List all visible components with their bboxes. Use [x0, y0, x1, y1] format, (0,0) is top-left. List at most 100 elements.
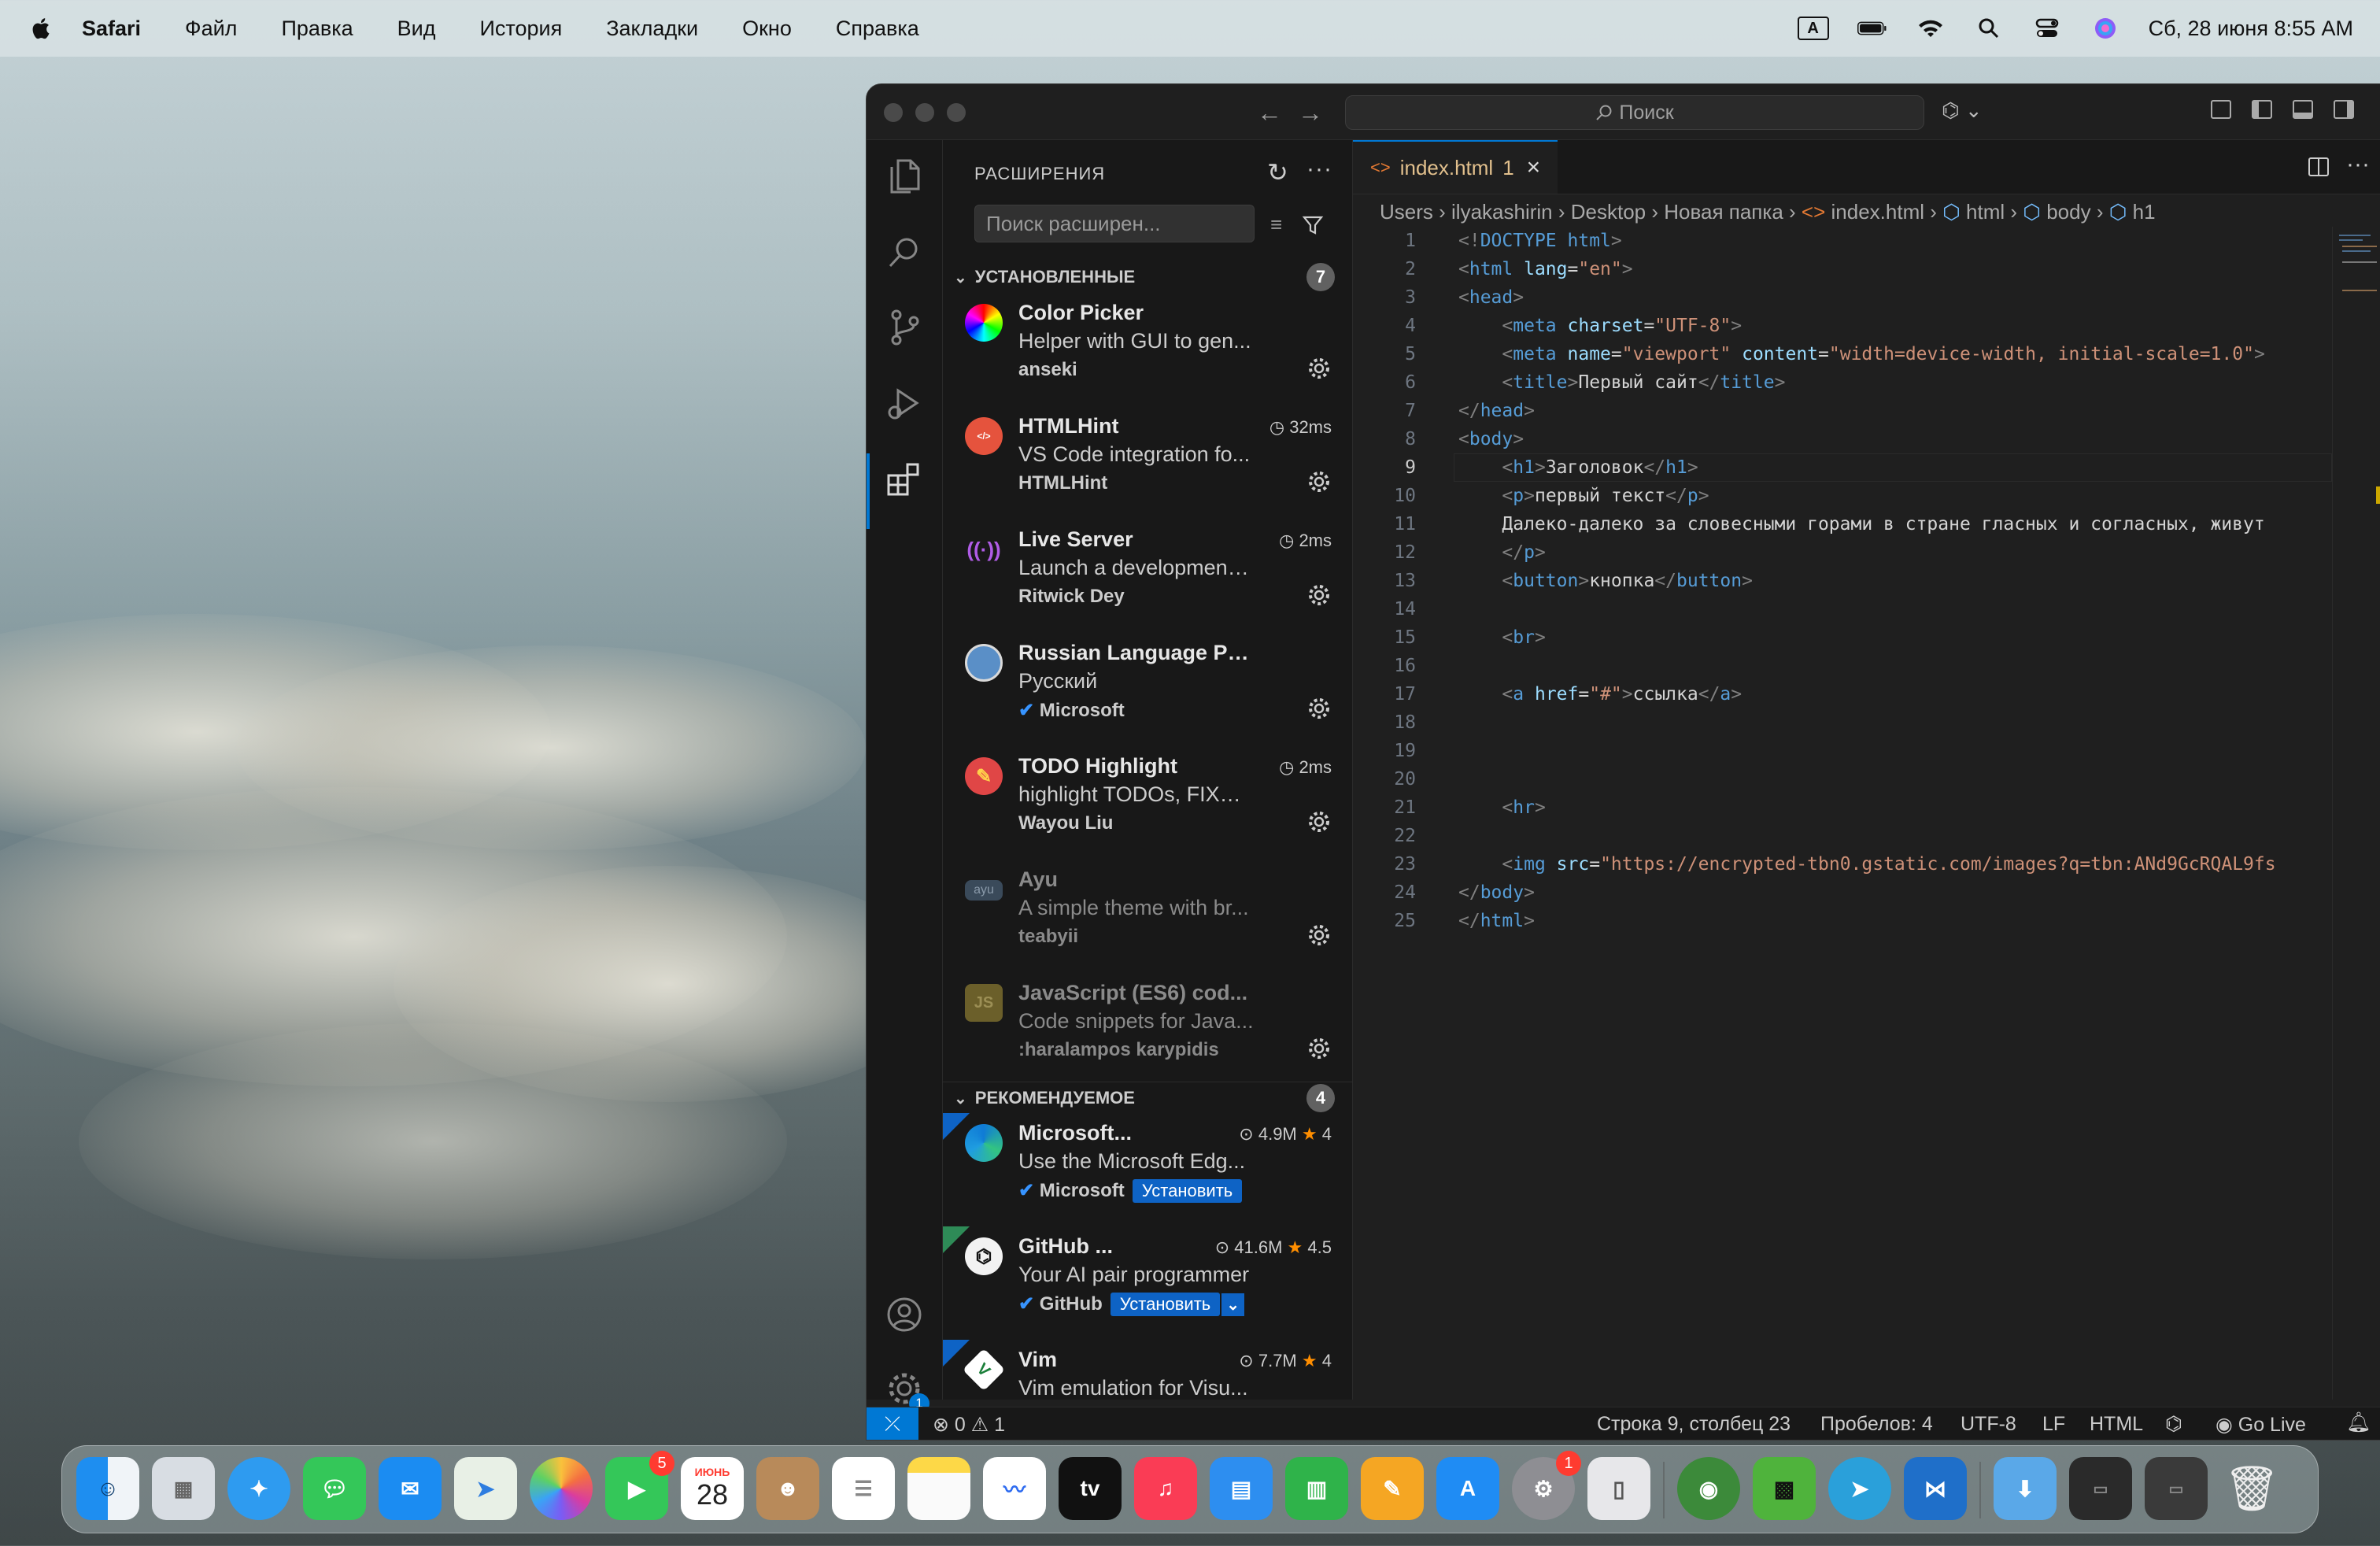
tab-index-html[interactable]: <> index.html 1 × [1353, 140, 1558, 194]
dock-safari-icon[interactable]: ✦ [227, 1457, 290, 1520]
dock-keynote-icon[interactable]: ▤ [1210, 1457, 1273, 1520]
search-icon[interactable] [882, 230, 926, 274]
input-source-icon[interactable]: A [1797, 17, 1829, 40]
menu-history[interactable]: История [480, 17, 563, 41]
menu-help[interactable]: Справка [836, 17, 919, 41]
language-mode[interactable]: HTML [2090, 1413, 2143, 1436]
command-center-search[interactable]: Поиск [1345, 95, 1924, 130]
dock-finder-icon[interactable]: ☺ [76, 1457, 139, 1520]
dock-system-settings-icon[interactable]: ⚙ 1 [1512, 1451, 1581, 1520]
extension-item-ayu[interactable]: ayu Ayu A simple theme with br... teabyi… [943, 860, 1352, 973]
dock-freeform-icon[interactable]: 〰 [983, 1457, 1046, 1520]
dock-chrome-icon[interactable]: ◉ [1677, 1457, 1740, 1520]
encoding[interactable]: UTF-8 [1961, 1413, 2016, 1436]
dock-recent-window-icon[interactable]: ▭ [2145, 1457, 2208, 1520]
end-of-line[interactable]: LF [2042, 1413, 2065, 1436]
code-line[interactable]: 25 </html> [1353, 907, 2329, 935]
breadcrumb-item[interactable]: Users [1380, 200, 1433, 224]
code-line[interactable]: 2 <html lang="en"> [1353, 255, 2329, 283]
code-line[interactable]: 4 <meta charset="UTF-8"> [1353, 312, 2329, 340]
code-line[interactable]: 15 <br> [1353, 623, 2329, 652]
apple-menu-icon[interactable] [30, 17, 50, 40]
code-line[interactable]: 19 [1353, 737, 2329, 765]
code-line[interactable]: 22 [1353, 822, 2329, 850]
cursor-position[interactable]: Строка 9, столбец 23 [1597, 1413, 1791, 1436]
code-line[interactable]: 23 <img src="https://encrypted-tbn0.gsta… [1353, 850, 2329, 878]
breadcrumb-item[interactable]: body [2046, 200, 2090, 224]
breadcrumb-item[interactable]: ilyakashirin [1451, 200, 1553, 224]
dock-trash-icon[interactable]: 🗑︎ [2220, 1457, 2283, 1520]
extensions-search-input[interactable]: Поиск расширен... [974, 205, 1255, 242]
split-editor-icon[interactable] [2308, 157, 2329, 176]
menu-window[interactable]: Окно [742, 17, 792, 41]
toggle-sidebar-icon[interactable] [2252, 100, 2272, 119]
extension-gear-icon[interactable] [1306, 696, 1332, 721]
layout-customize-icon[interactable] [2211, 100, 2231, 119]
editor-more-actions-icon[interactable]: ··· [2346, 151, 2370, 178]
problems-indicator[interactable]: ⊗ 0 ⚠ 1 [933, 1413, 1005, 1437]
code-line[interactable]: 13 <button>кнопка</button> [1353, 567, 2329, 595]
dock-pages-icon[interactable]: ✎ [1361, 1457, 1424, 1520]
breadcrumb-item[interactable]: h1 [2133, 200, 2156, 224]
wifi-icon[interactable] [1916, 17, 1946, 40]
extension-item-live-server[interactable]: ((·)) Live Server ◷ 2ms Launch a develop… [943, 520, 1352, 633]
filter-icon[interactable] [1302, 214, 1324, 240]
indentation[interactable]: Пробелов: 4 [1820, 1413, 1933, 1436]
manage-gear-icon[interactable]: 1 [882, 1367, 929, 1414]
code-line[interactable]: 6 <title>Первый сайт</title> [1353, 368, 2329, 397]
dock-app-store-icon[interactable]: A [1436, 1457, 1499, 1520]
toggle-secondary-sidebar-icon[interactable] [2334, 100, 2354, 119]
code-line[interactable]: 3 <head> [1353, 283, 2329, 312]
run-debug-icon[interactable] [882, 381, 926, 425]
code-line[interactable]: 24 </body> [1353, 878, 2329, 907]
battery-icon[interactable] [1857, 17, 1887, 40]
code-editor[interactable]: 1 <!DOCTYPE html> 2 <html lang="en"> 3 <head>… [1353, 227, 2332, 935]
toggle-panel-icon[interactable] [2293, 100, 2313, 119]
close-tab-icon[interactable]: × [1527, 154, 1541, 181]
remote-indicator-icon[interactable]: ⤫ [867, 1407, 918, 1440]
explorer-icon[interactable] [882, 154, 926, 198]
more-actions-icon[interactable]: ··· [1306, 156, 1332, 183]
spotlight-icon[interactable] [1974, 17, 2004, 40]
minimap[interactable] [2332, 227, 2380, 1400]
dock-apple-tv-icon[interactable]: tv [1059, 1457, 1122, 1520]
breadcrumb-item[interactable]: html [1966, 200, 2005, 224]
dock-vscode-icon[interactable]: ⋈ [1904, 1457, 1967, 1520]
dock-numbers-icon[interactable]: ▥ [1285, 1457, 1348, 1520]
code-line[interactable]: 9 <h1>Заголовок</h1> [1353, 453, 2332, 482]
extension-gear-icon[interactable] [1306, 469, 1332, 494]
clear-filter-icon[interactable]: ≡ [1270, 213, 1282, 237]
install-dropdown-chevron-icon[interactable]: ⌄ [1221, 1293, 1244, 1316]
account-icon[interactable] [882, 1293, 926, 1337]
extension-item-github-copilot[interactable]: ⌬ GitHub ... ⊙ 41.6M ★ 4.5 Your AI pair … [943, 1226, 1352, 1340]
code-line[interactable]: 17 <a href="#">ссылка</a> [1353, 680, 2329, 708]
menu-app-name[interactable]: Safari [82, 17, 141, 41]
extension-item-javascript-snippets[interactable]: JS JavaScript (ES6) cod... Code snippets… [943, 973, 1352, 1086]
code-line[interactable]: 7 </head> [1353, 397, 2329, 425]
code-line[interactable]: 12 </p> [1353, 538, 2329, 567]
extensions-icon[interactable] [882, 457, 926, 501]
dock-minecraft-icon[interactable]: ▩ [1753, 1457, 1816, 1520]
dock-downloads-folder-icon[interactable]: ⬇ [1994, 1457, 2057, 1520]
close-window-button[interactable] [884, 103, 903, 122]
dock-photos-icon[interactable] [530, 1457, 593, 1520]
breadcrumb-item[interactable]: Новая папка [1664, 200, 1783, 224]
breadcrumb-item[interactable]: index.html [1831, 200, 1925, 224]
dock-facetime-icon[interactable]: ▶ 5 [605, 1451, 674, 1520]
dock-messages-icon[interactable]: 💬︎ [303, 1457, 366, 1520]
extension-gear-icon[interactable] [1306, 923, 1332, 948]
breadcrumb-item[interactable]: Desktop [1571, 200, 1646, 224]
dock-launchpad-icon[interactable]: ▦ [152, 1457, 215, 1520]
minimize-window-button[interactable] [915, 103, 934, 122]
dock-telegram-icon[interactable]: ➤ [1828, 1457, 1891, 1520]
code-line[interactable]: 14 [1353, 595, 2329, 623]
source-control-icon[interactable] [882, 305, 926, 350]
dock-recent-window-icon[interactable]: ▭ [2069, 1457, 2132, 1520]
extension-gear-icon[interactable] [1306, 1036, 1332, 1061]
siri-icon[interactable] [2090, 17, 2120, 40]
code-line[interactable]: 20 [1353, 765, 2329, 793]
code-line[interactable]: 16 [1353, 652, 2329, 680]
code-line[interactable]: 11 Далеко-далеко за словесными горами в … [1353, 510, 2329, 538]
dock-mail-icon[interactable]: ✉ [379, 1457, 442, 1520]
extension-item-microsoft-edge[interactable]: Microsoft... ⊙ 4.9M ★ 4 Use the Microsof… [943, 1113, 1352, 1226]
